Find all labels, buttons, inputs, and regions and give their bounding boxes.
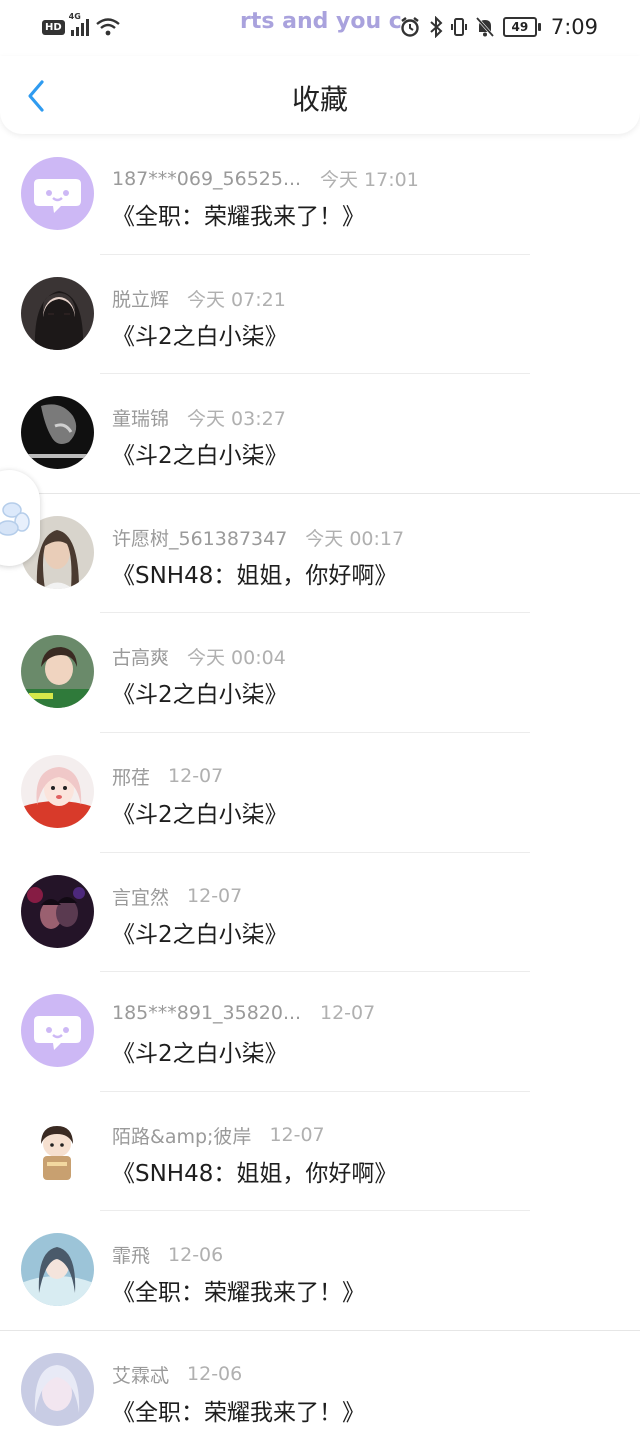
item-meta: 童瑞锦 今天 03:27 bbox=[112, 404, 286, 431]
avatar[interactable] bbox=[21, 276, 94, 350]
favorite-title: 《SNH48：姐姐，你好啊》 bbox=[112, 562, 398, 589]
assistant-icon bbox=[0, 502, 30, 536]
list-item[interactable]: 言宜然 12-07 《斗2之白小柒》 bbox=[0, 853, 640, 973]
item-meta: 古高爽 今天 00:04 bbox=[112, 643, 286, 670]
item-meta: 邢荏 12-07 bbox=[112, 763, 223, 790]
favorite-title: 《全职：荣耀我来了！》 bbox=[112, 1280, 365, 1307]
signal-label: 4G bbox=[68, 12, 81, 21]
avatar[interactable] bbox=[21, 754, 94, 828]
list-item[interactable]: 187***069_56525... 今天 17:01 《全职：荣耀我来了！》 bbox=[0, 135, 640, 255]
user-name: 185***891_35820... bbox=[112, 1002, 302, 1025]
hd-badge: HD bbox=[42, 19, 65, 35]
cellular-signal-icon: 4G bbox=[69, 12, 89, 36]
timestamp: 12-07 bbox=[168, 765, 224, 788]
page-title: 收藏 bbox=[291, 83, 348, 116]
timestamp: 12-06 bbox=[187, 1363, 243, 1386]
vibrate-icon bbox=[450, 18, 467, 36]
avatar[interactable] bbox=[21, 635, 94, 709]
list-item[interactable]: 脱立辉 今天 07:21 《斗2之白小柒》 bbox=[0, 255, 640, 375]
list-item[interactable]: 艾霖忒 12-06 《全职：荣耀我来了！》 bbox=[0, 1331, 640, 1451]
user-name: 邢荏 bbox=[112, 766, 151, 789]
list-item[interactable]: 许愿树_561387347 今天 00:17 《SNH48：姐姐，你好啊》 bbox=[0, 494, 640, 614]
user-name: 陌路&amp;彼岸 bbox=[112, 1125, 252, 1148]
list-item[interactable]: 霏飛 12-06 《全职：荣耀我来了！》 bbox=[0, 1211, 640, 1331]
favorite-title: 《斗2之白小柒》 bbox=[112, 921, 288, 948]
avatar[interactable] bbox=[21, 396, 94, 470]
bluetooth-icon bbox=[430, 16, 443, 38]
list-item[interactable]: 童瑞锦 今天 03:27 《斗2之白小柒》 bbox=[0, 374, 640, 494]
user-name: 言宜然 bbox=[112, 886, 170, 909]
list-item[interactable]: 陌路&amp;彼岸 12-07 《SNH48：姐姐，你好啊》 bbox=[0, 1092, 640, 1212]
item-meta: 187***069_56525... 今天 17:01 bbox=[112, 165, 419, 192]
mute-bell-icon bbox=[475, 17, 494, 37]
favorite-title: 《斗2之白小柒》 bbox=[112, 443, 288, 470]
status-bar: HD 4G rts and you ca 49 7:09 bbox=[0, 0, 640, 56]
favorite-title: 《全职：荣耀我来了！》 bbox=[112, 204, 365, 230]
floating-assistant-button[interactable] bbox=[0, 470, 40, 566]
avatar[interactable] bbox=[21, 1113, 94, 1187]
status-left: HD 4G bbox=[42, 12, 121, 38]
wifi-icon bbox=[95, 18, 120, 36]
list-item[interactable]: 185***891_35820... 12-07 《斗2之白小柒》 bbox=[0, 972, 640, 1092]
timestamp: 今天 17:01 bbox=[320, 169, 419, 191]
favorite-title: 《斗2之白小柒》 bbox=[112, 323, 288, 350]
timestamp: 今天 03:27 bbox=[187, 408, 286, 431]
timestamp: 12-07 bbox=[187, 885, 243, 908]
timestamp: 今天 00:17 bbox=[305, 527, 405, 550]
user-name: 古高爽 bbox=[112, 647, 170, 670]
item-meta: 霏飛 12-06 bbox=[112, 1241, 223, 1268]
page-header: 收藏 bbox=[0, 56, 640, 134]
user-name: 许愿树_561387347 bbox=[112, 527, 288, 550]
item-meta: 陌路&amp;彼岸 12-07 bbox=[112, 1122, 325, 1149]
battery-icon: 49 bbox=[502, 17, 541, 37]
favorite-title: 《SNH48：姐姐，你好啊》 bbox=[112, 1160, 398, 1187]
item-meta: 言宜然 12-07 bbox=[112, 883, 242, 910]
favorites-list: 187***069_56525... 今天 17:01 《全职：荣耀我来了！》 … bbox=[0, 135, 640, 1451]
avatar[interactable] bbox=[21, 874, 94, 948]
marquee-text: rts and you ca bbox=[240, 9, 402, 34]
timestamp: 今天 00:04 bbox=[187, 647, 286, 670]
timestamp: 今天 07:21 bbox=[187, 288, 286, 311]
user-name: 187***069_56525... bbox=[112, 167, 302, 190]
favorite-title: 《斗2之白小柒》 bbox=[112, 801, 288, 828]
list-item[interactable]: 邢荏 12-07 《斗2之白小柒》 bbox=[0, 733, 640, 853]
battery-level: 49 bbox=[502, 17, 537, 37]
avatar[interactable] bbox=[21, 1352, 94, 1426]
timestamp: 12-07 bbox=[269, 1124, 325, 1147]
avatar[interactable] bbox=[21, 994, 94, 1068]
avatar[interactable] bbox=[21, 157, 94, 230]
user-name: 霏飛 bbox=[112, 1245, 151, 1268]
list-item[interactable]: 古高爽 今天 00:04 《斗2之白小柒》 bbox=[0, 613, 640, 733]
timestamp: 12-06 bbox=[168, 1243, 224, 1266]
item-meta: 185***891_35820... 12-07 bbox=[112, 1002, 375, 1024]
user-name: 童瑞锦 bbox=[112, 408, 170, 431]
favorite-title: 《斗2之白小柒》 bbox=[112, 682, 288, 709]
status-clock: 7:09 bbox=[550, 15, 598, 39]
item-meta: 许愿树_561387347 今天 00:17 bbox=[112, 524, 404, 551]
favorite-title: 《斗2之白小柒》 bbox=[112, 1041, 288, 1068]
avatar[interactable] bbox=[21, 1233, 94, 1307]
status-right: 49 7:09 bbox=[399, 14, 598, 40]
item-meta: 脱立辉 今天 07:21 bbox=[112, 285, 286, 312]
alarm-icon bbox=[401, 17, 419, 37]
timestamp: 12-07 bbox=[320, 1002, 376, 1025]
item-meta: 艾霖忒 12-06 bbox=[112, 1361, 242, 1388]
user-name: 艾霖忒 bbox=[112, 1364, 170, 1387]
user-name: 脱立辉 bbox=[112, 288, 170, 311]
